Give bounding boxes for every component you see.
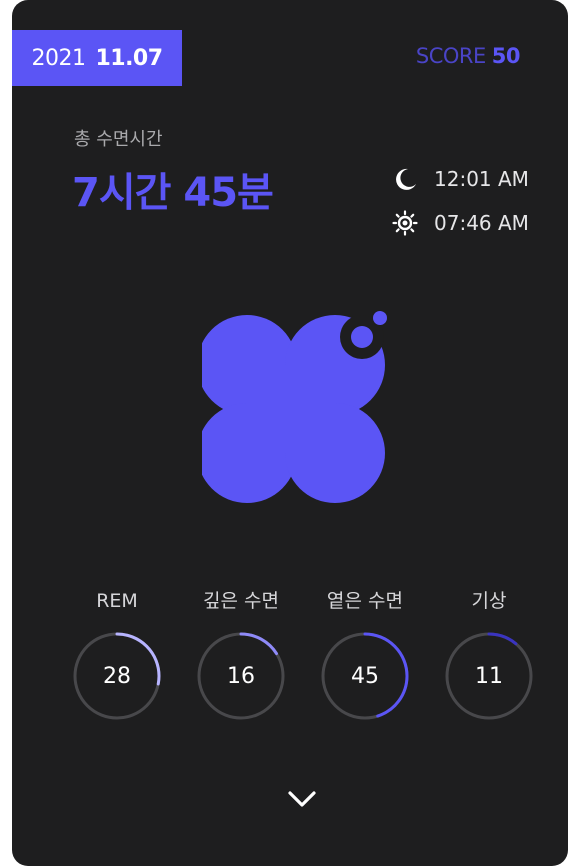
- stat-ring: 45: [319, 630, 411, 722]
- date-month-day: 11.07: [95, 45, 163, 71]
- sleep-cloud-graphic: [202, 311, 387, 503]
- stat-rem: REM 28: [55, 586, 179, 722]
- stat-value: 45: [351, 663, 379, 689]
- sleep-stats: REM 28 깊은 수면 16 옅은 수면 45 기상 11: [55, 586, 551, 722]
- wake-time: 07:46 AM: [434, 211, 529, 235]
- score: SCORE 50: [415, 44, 521, 68]
- stat-label: 옅은 수면: [327, 590, 403, 612]
- stat-ring: 28: [71, 630, 163, 722]
- sun-icon: [392, 210, 418, 236]
- stat-value: 11: [475, 663, 503, 689]
- total-sleep-value: 7시간 45분: [72, 170, 274, 216]
- date-badge: 2021 11.07: [12, 30, 182, 86]
- bed-time: 12:01 AM: [434, 167, 529, 191]
- wake-time-row: 07:46 AM: [392, 210, 529, 236]
- stat-ring: 11: [443, 630, 535, 722]
- stat-label: 깊은 수면: [203, 590, 279, 612]
- stat-label: 기상: [471, 590, 507, 612]
- moon-icon: [396, 168, 416, 190]
- total-sleep-label: 총 수면시간: [74, 129, 163, 150]
- score-label: SCORE: [415, 44, 486, 68]
- stat-value: 28: [103, 663, 131, 689]
- date-year: 2021: [31, 45, 86, 71]
- stat-label: REM: [96, 590, 138, 612]
- stat-ring: 16: [195, 630, 287, 722]
- bed-time-row: 12:01 AM: [392, 166, 529, 192]
- score-value: 50: [491, 44, 521, 68]
- stat-awake: 기상 11: [427, 586, 551, 722]
- stat-light-sleep: 옅은 수면 45: [303, 586, 427, 722]
- stat-deep-sleep: 깊은 수면 16: [179, 586, 303, 722]
- chevron-down-icon[interactable]: [284, 784, 320, 814]
- sleep-card: 2021 11.07 SCORE 50 총 수면시간 7시간 45분 12:01 …: [12, 0, 568, 866]
- stat-value: 16: [227, 663, 255, 689]
